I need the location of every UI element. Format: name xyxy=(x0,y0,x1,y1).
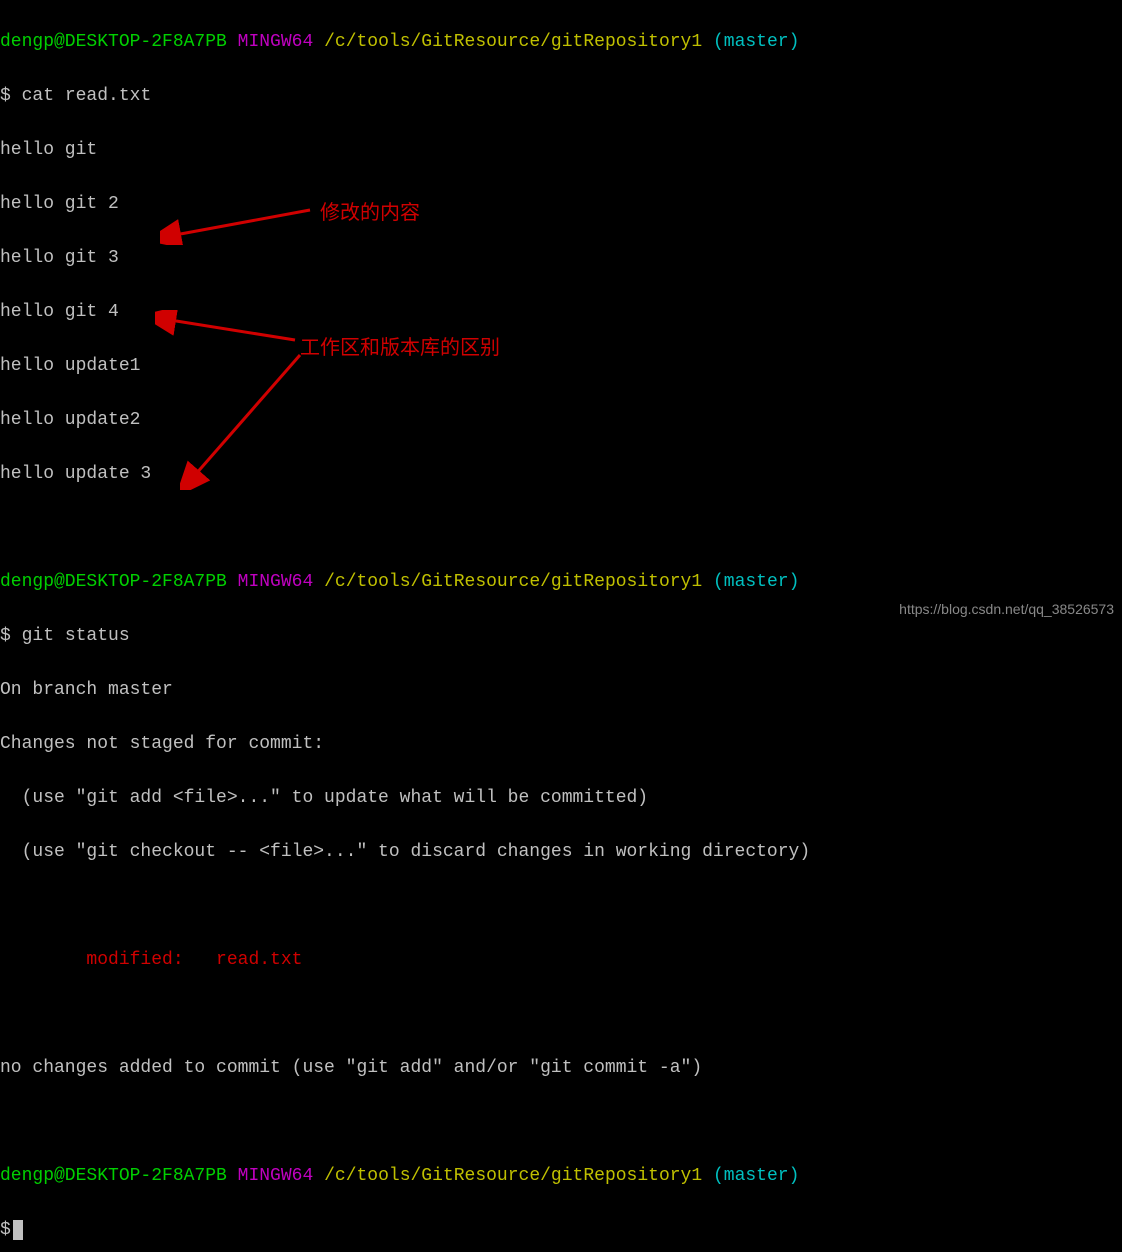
prompt-branch: (master) xyxy=(713,1166,799,1186)
prompt-user-host: dengp@DESKTOP-2F8A7PB xyxy=(0,32,227,52)
status-hint: (use "git add <file>..." to update what … xyxy=(0,785,1122,812)
prompt-shell: MINGW64 xyxy=(238,572,314,592)
terminal-output: dengp@DESKTOP-2F8A7PB MINGW64 /c/tools/G… xyxy=(0,2,1122,1252)
prompt-symbol: $ xyxy=(0,626,11,646)
status-changes-header: Changes not staged for commit: xyxy=(0,731,1122,758)
status-footer: no changes added to commit (use "git add… xyxy=(0,1055,1122,1082)
prompt-user-host: dengp@DESKTOP-2F8A7PB xyxy=(0,1166,227,1186)
watermark: https://blog.csdn.net/qq_38526573 xyxy=(899,599,1114,620)
output-line: hello update2 xyxy=(0,407,1122,434)
cursor[interactable] xyxy=(13,1220,23,1240)
output-line: hello update 3 xyxy=(0,461,1122,488)
output-line: hello update1 xyxy=(0,353,1122,380)
prompt-branch: (master) xyxy=(713,32,799,52)
output-line: hello git 4 xyxy=(0,299,1122,326)
prompt-shell: MINGW64 xyxy=(238,1166,314,1186)
annotation-workspace-diff: 工作区和版本库的区别 xyxy=(300,333,500,363)
prompt-path: /c/tools/GitResource/gitRepository1 xyxy=(324,1166,702,1186)
command-status: git status xyxy=(22,626,130,646)
prompt-symbol: $ xyxy=(0,1220,11,1240)
status-hint: (use "git checkout -- <file>..." to disc… xyxy=(0,839,1122,866)
command-cat: cat read.txt xyxy=(22,86,152,106)
prompt-path: /c/tools/GitResource/gitRepository1 xyxy=(324,32,702,52)
output-line: hello git 2 xyxy=(0,191,1122,218)
prompt-path: /c/tools/GitResource/gitRepository1 xyxy=(324,572,702,592)
output-line: hello git xyxy=(0,137,1122,164)
prompt-branch: (master) xyxy=(713,572,799,592)
prompt-symbol: $ xyxy=(0,86,11,106)
status-branch: On branch master xyxy=(0,677,1122,704)
annotation-modified-content: 修改的内容 xyxy=(320,198,420,228)
prompt-shell: MINGW64 xyxy=(238,32,314,52)
status-modified: modified: read.txt xyxy=(0,947,1122,974)
prompt-user-host: dengp@DESKTOP-2F8A7PB xyxy=(0,572,227,592)
output-line: hello git 3 xyxy=(0,245,1122,272)
